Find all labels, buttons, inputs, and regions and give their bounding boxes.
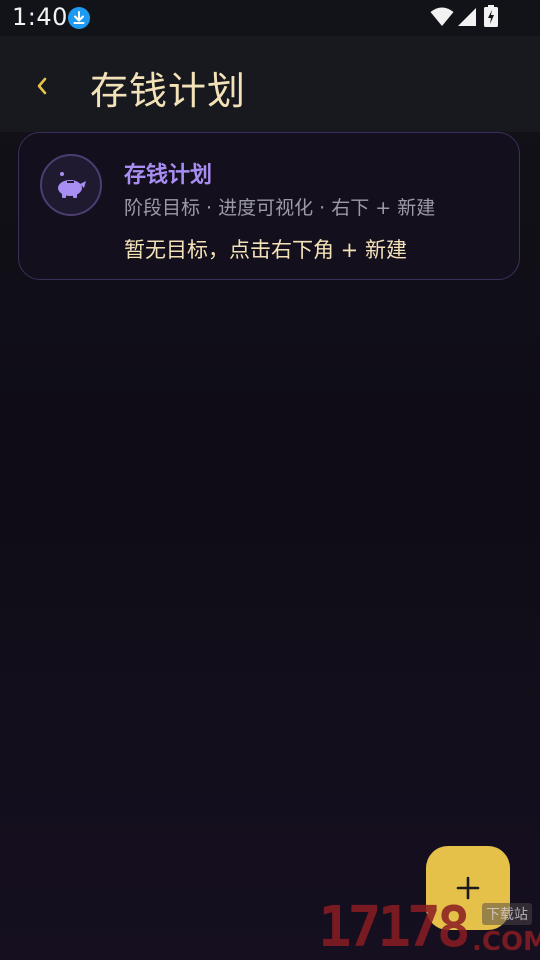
card-title: 存钱计划 — [124, 163, 213, 188]
card-subtitle: 阶段目标 · 进度可视化 · 右下 + 新建 — [124, 197, 436, 219]
chevron-left-icon — [37, 77, 47, 95]
page-title: 存钱计划 — [90, 69, 247, 113]
wifi-icon — [430, 7, 454, 26]
battery-charging-icon — [484, 5, 498, 27]
app-bar: 存钱计划 — [0, 36, 540, 132]
savings-plan-card[interactable]: 存钱计划 阶段目标 · 进度可视化 · 右下 + 新建 暂无目标，点击右下角 +… — [18, 132, 520, 280]
status-bar: 1:40 — [0, 0, 540, 36]
card-icon-badge — [40, 154, 102, 216]
watermark-number: 17178 — [318, 895, 471, 960]
watermark-suffix: .COM — [472, 927, 540, 957]
watermark-tag: 下载站 — [482, 903, 532, 925]
status-time: 1:40 — [12, 3, 68, 31]
empty-state-message: 暂无目标，点击右下角 + 新建 — [124, 238, 407, 262]
piggy-bank-icon — [58, 172, 86, 198]
watermark: 17178 下载站 .COM — [318, 893, 540, 960]
signal-icon — [458, 8, 476, 26]
download-icon — [68, 7, 90, 29]
back-button[interactable] — [22, 66, 62, 106]
